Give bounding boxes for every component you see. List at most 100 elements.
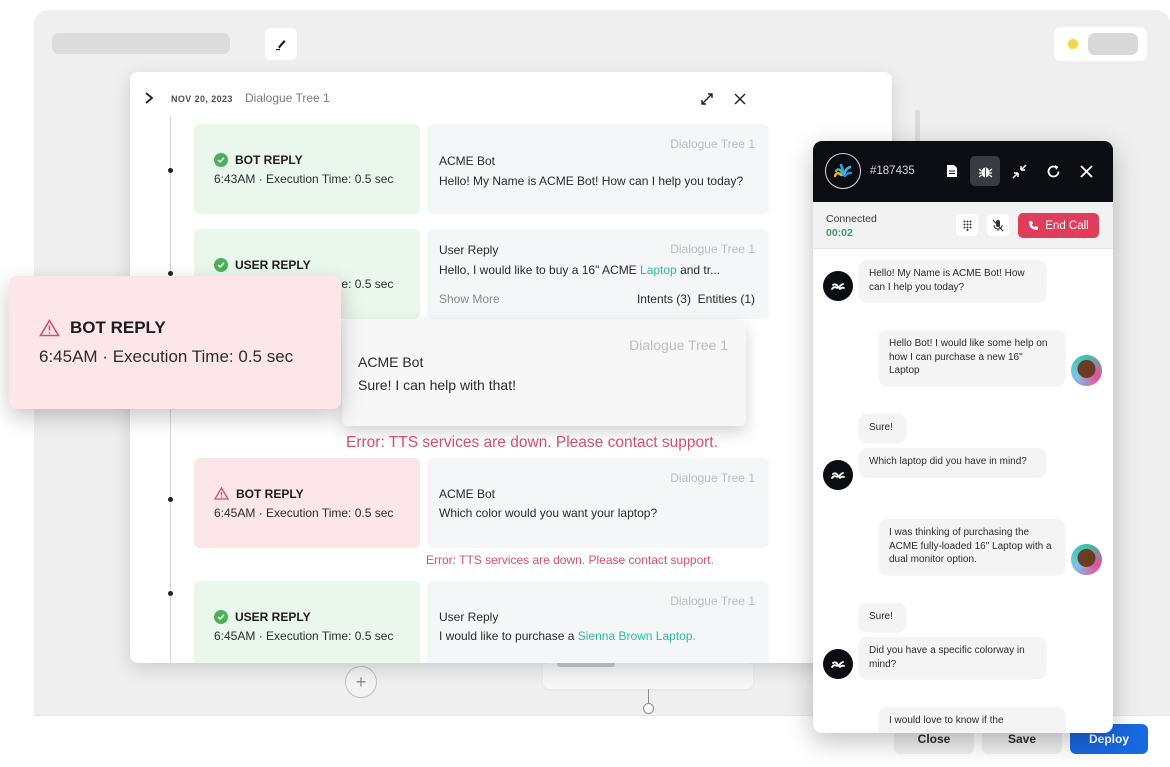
end-call-button[interactable]: End Call: [1018, 213, 1099, 238]
message-sender: User Reply: [439, 243, 499, 257]
ticket-id: #187435: [870, 165, 915, 177]
status-type: BOT REPLY: [70, 318, 166, 337]
pencil-icon: [276, 40, 286, 51]
refresh-icon: [1047, 164, 1059, 177]
chat-widget: #187435 Connected 00:02 End Call Hello! …: [813, 141, 1113, 733]
timeline-dot: [168, 168, 173, 173]
message-card[interactable]: Dialogue Tree 1 ACME Bot Which color wou…: [427, 458, 769, 548]
highlighted-status-card[interactable]: BOT REPLY 6:45AM · Execution Time: 0.5 s…: [9, 276, 341, 409]
status-meta: 6:45AM · Execution Time: 0.5 sec: [214, 628, 394, 643]
close-icon[interactable]: [732, 91, 748, 107]
bot-logo-icon: [831, 283, 845, 290]
collapse-icon: [1011, 163, 1027, 179]
intents-entities[interactable]: Intents (3) Entities (1): [637, 292, 755, 306]
message-text: Hello! My Name is ACME Bot! How can I he…: [439, 174, 744, 188]
theme-toggle[interactable]: [1054, 27, 1147, 61]
bot-avatar: [823, 649, 853, 679]
message-text: I would like to purchase a Sienna Brown …: [439, 629, 696, 643]
status-card-user-reply[interactable]: USER REPLY 6:45AM · Execution Time: 0.5 …: [194, 581, 420, 663]
dialpad-icon: [963, 220, 971, 231]
background-node-card: [543, 663, 753, 689]
error-message: Error: TTS services are down. Please con…: [426, 553, 714, 567]
connector-handle[interactable]: [643, 703, 654, 714]
check-circle-icon: [214, 257, 228, 272]
user-avatar: [1071, 355, 1102, 386]
bot-logo-icon: [831, 472, 845, 479]
close-chat-button[interactable]: [1074, 159, 1098, 183]
user-message: I would love to know if the: [879, 707, 1065, 733]
splash-logo-icon: [833, 163, 853, 178]
status-meta: 6:45AM · Execution Time: 0.5 sec: [214, 505, 394, 520]
end-call-label: End Call: [1045, 219, 1089, 232]
bot-message: Did you have a specific colorway in mind…: [859, 637, 1046, 678]
dialpad-button[interactable]: [956, 214, 978, 236]
message-card[interactable]: Dialogue Tree 1 User Reply Hello, I woul…: [427, 229, 769, 319]
message-tree-label: Dialogue Tree 1: [629, 337, 728, 353]
user-message: I was thinking of purchasing the ACME fu…: [879, 519, 1065, 574]
bot-avatar: [823, 271, 853, 301]
minimize-button[interactable]: [1007, 159, 1031, 183]
entity-highlight[interactable]: Laptop: [640, 263, 677, 277]
highlighted-error-message: Error: TTS services are down. Please con…: [346, 434, 718, 451]
entities-count[interactable]: Entities (1): [698, 292, 755, 306]
chat-transcript[interactable]: Hello! My Name is ACME Bot! How can I he…: [813, 249, 1113, 733]
sun-icon: [1068, 39, 1078, 49]
bot-message: Sure!: [859, 603, 906, 631]
warning-icon: [39, 319, 60, 337]
bot-avatar: [823, 460, 853, 490]
message-tree-label: Dialogue Tree 1: [670, 594, 755, 608]
edit-button[interactable]: [265, 28, 297, 60]
user-message: Hello Bot! I would like some help on how…: [879, 330, 1065, 385]
mute-button[interactable]: [987, 214, 1009, 236]
search-placeholder-bar[interactable]: [52, 33, 230, 54]
status-type: USER REPLY: [235, 609, 311, 624]
bot-message: Which laptop did you have in mind?: [859, 448, 1046, 476]
connection-status: Connected: [826, 213, 877, 225]
highlighted-message-card[interactable]: Dialogue Tree 1 ACME Bot Sure! I can hel…: [342, 320, 746, 426]
refresh-button[interactable]: [1041, 159, 1065, 183]
message-card[interactable]: Dialogue Tree 1 User Reply I would like …: [427, 581, 769, 663]
brand-logo: [825, 153, 861, 189]
message-sender: ACME Bot: [439, 154, 496, 168]
status-type: BOT REPLY: [235, 152, 303, 167]
user-avatar: [1071, 544, 1102, 575]
check-circle-icon: [214, 609, 228, 624]
message-sender: ACME Bot: [358, 354, 424, 370]
message-text: Sure! I can help with that!: [358, 377, 516, 393]
toggle-pill: [1088, 33, 1138, 55]
status-type: USER REPLY: [235, 257, 311, 272]
status-meta: 6:45AM · Execution Time: 0.5 sec: [39, 347, 294, 366]
phone-icon: [1029, 221, 1039, 230]
transcript-button[interactable]: [940, 159, 964, 183]
status-meta: 6:43AM · Execution Time: 0.5 sec: [214, 171, 394, 186]
message-tree-label: Dialogue Tree 1: [670, 242, 755, 256]
status-card-bot-reply[interactable]: BOT REPLY 6:43AM · Execution Time: 0.5 s…: [194, 124, 420, 214]
message-card[interactable]: Dialogue Tree 1 ACME Bot Hello! My Name …: [427, 124, 769, 214]
log-date: NOV 20, 2023: [171, 94, 233, 104]
entity-highlight[interactable]: Sienna Brown Laptop.: [578, 629, 696, 643]
call-status-bar: Connected 00:02 End Call: [813, 202, 1113, 249]
bot-message: Hello! My Name is ACME Bot! How can I he…: [859, 260, 1046, 301]
status-card-bot-reply-error[interactable]: BOT REPLY 6:45AM · Execution Time: 0.5 s…: [194, 458, 420, 548]
message-text: Which color would you want your laptop?: [439, 506, 658, 520]
close-icon: [1079, 164, 1093, 178]
screen: + Close Save Deploy NOV 20, 2023 Dialogu…: [0, 0, 1170, 767]
show-more-link[interactable]: Show More: [439, 292, 500, 306]
timeline-dot: [168, 591, 173, 596]
message-sender: ACME Bot: [439, 487, 496, 501]
message-tree-label: Dialogue Tree 1: [670, 471, 755, 485]
mic-off-icon: [992, 219, 1004, 231]
document-icon: [947, 165, 957, 177]
debug-button[interactable]: [970, 156, 1000, 186]
chat-header: #187435: [813, 141, 1113, 202]
bot-message: Sure!: [859, 414, 906, 442]
check-circle-icon: [214, 152, 228, 167]
chevron-right-icon[interactable]: [143, 91, 155, 105]
add-node-button[interactable]: +: [345, 666, 377, 698]
timeline-dot: [168, 497, 173, 502]
expand-icon[interactable]: [699, 91, 715, 107]
bot-logo-icon: [831, 661, 845, 668]
intents-count[interactable]: Intents (3): [637, 292, 691, 306]
message-sender: User Reply: [439, 610, 499, 624]
status-type: BOT REPLY: [236, 486, 304, 501]
